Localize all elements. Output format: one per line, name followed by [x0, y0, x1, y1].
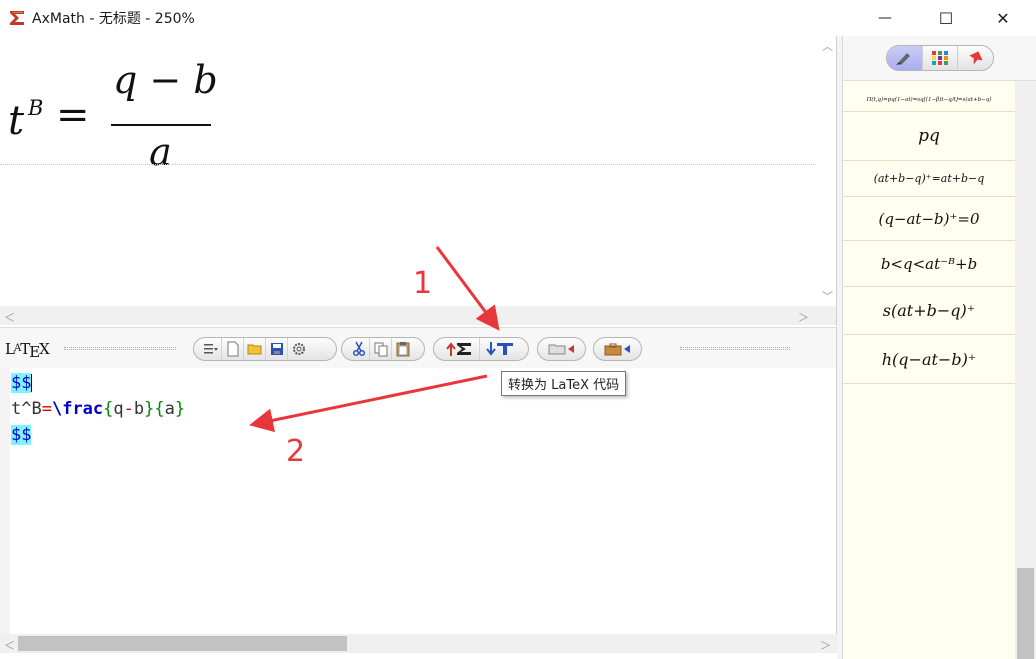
scrollbar-thumb[interactable]: [1017, 568, 1034, 659]
clipboard-tools-group: [341, 337, 425, 361]
bookmark-icon: [969, 51, 983, 65]
convert-to-latex-button[interactable]: [480, 338, 520, 360]
display-vertical-scrollbar[interactable]: ︿ ﹀: [817, 36, 836, 306]
scroll-right-icon[interactable]: ＞: [820, 637, 831, 653]
latex-source[interactable]: $$ t^B=\frac{q-b}{a} $$: [11, 370, 185, 448]
maximize-icon: ☐: [938, 8, 954, 28]
annotation-label-2: 2: [286, 434, 306, 469]
import-latex-button[interactable]: [440, 338, 480, 360]
formula-equals: =: [56, 92, 90, 138]
import-to-formula-icon: [445, 342, 471, 356]
sidebar-vertical-scrollbar[interactable]: [1015, 81, 1036, 659]
tab-brush[interactable]: [887, 46, 923, 70]
scroll-down-icon[interactable]: ﹀: [822, 288, 833, 304]
editor-gutter: [0, 368, 10, 634]
cut-button[interactable]: [348, 338, 370, 360]
save-button[interactable]: [266, 338, 288, 360]
maximize-button[interactable]: ☐: [923, 0, 969, 36]
sidebar-tabs: [886, 45, 994, 71]
close-button[interactable]: ✕: [980, 0, 1026, 36]
list-item[interactable]: (q−at−b)⁺=0: [843, 197, 1015, 241]
window-title: AxMath - 无标题 - 250%: [32, 11, 195, 27]
copy-icon: [374, 342, 387, 357]
save-icon: [270, 343, 283, 355]
formula-numerator: q − b: [113, 58, 218, 102]
code-line-2: t^B=\frac{q-b}{a}: [11, 399, 186, 419]
text-caret: [31, 374, 33, 392]
minimize-icon: —: [878, 10, 892, 26]
close-icon: ✕: [996, 8, 1010, 28]
sidebar-formula-list: Π(t,q)=pq(1−at)=sq[(1−β)t−q/t]=s(at+b−q)…: [843, 88, 1015, 384]
annotation-label-1: 1: [413, 266, 433, 301]
settings-gear-icon: [293, 343, 305, 355]
formula-sidebar: Π(t,q)=pq(1−at)=sq[(1−β)t−q/t]=s(at+b−q)…: [842, 36, 1036, 659]
cut-icon: [352, 341, 365, 357]
scroll-left-icon[interactable]: ＜: [4, 309, 15, 325]
minimize-button[interactable]: —: [862, 0, 908, 36]
list-item[interactable]: (at+b−q)⁺=at+b−q: [843, 161, 1015, 197]
list-item[interactable]: s(at+b−q)⁺: [843, 287, 1015, 335]
new-document-button[interactable]: [222, 338, 244, 360]
code-line-1: $$: [11, 373, 33, 393]
toolbox-menu-button[interactable]: [600, 338, 635, 360]
menu-button[interactable]: [200, 338, 222, 360]
latex-logo: LATEX: [5, 340, 50, 361]
copy-button[interactable]: [370, 338, 392, 360]
scroll-up-icon[interactable]: ︿: [822, 38, 833, 54]
title-bar: AxMath - 无标题 - 250% — ☐ ✕: [0, 0, 1036, 36]
toolbox-arrow-icon: [604, 343, 630, 356]
new-doc-icon: [227, 341, 238, 357]
brush-icon: [896, 53, 911, 65]
sidebar-header: [843, 36, 1036, 81]
open-folder-icon: [247, 344, 261, 355]
list-item[interactable]: pq: [843, 112, 1015, 161]
tab-bookmark[interactable]: [958, 46, 993, 70]
paste-icon: [396, 342, 410, 357]
conversion-tools-group: [433, 337, 529, 361]
toolbox-group: [593, 337, 642, 361]
open-button[interactable]: [244, 338, 266, 360]
insert-tools-group: [537, 337, 586, 361]
formula-denominator: a: [149, 130, 172, 174]
scroll-left-icon[interactable]: ＜: [4, 637, 15, 653]
list-item[interactable]: b<q<at⁻ᴮ+b: [843, 241, 1015, 287]
axmath-logo-icon: [9, 10, 25, 26]
tab-palette[interactable]: [923, 46, 959, 70]
display-separator: [0, 164, 816, 165]
code-line-3: $$: [11, 425, 32, 445]
toolbar-grip-right: [680, 347, 790, 350]
convert-to-latex-icon: [486, 342, 513, 356]
list-item[interactable]: h(q−at−b)⁺: [843, 335, 1015, 384]
display-horizontal-scrollbar[interactable]: ＜ ＞: [0, 306, 836, 325]
editor-horizontal-scrollbar[interactable]: ＜ ＞: [0, 634, 837, 653]
formula-superscript: B: [28, 96, 44, 120]
latex-code-editor[interactable]: $$ t^B=\frac{q-b}{a} $$: [0, 368, 837, 634]
settings-button[interactable]: [288, 338, 310, 360]
paste-button[interactable]: [392, 338, 414, 360]
grid-palette-icon: [932, 51, 948, 65]
folder-arrow-icon: [548, 344, 574, 355]
file-tools-group: [193, 337, 337, 361]
fraction-bar: [111, 124, 211, 126]
latex-toolbar: LATEX: [0, 327, 837, 368]
scrollbar-corner: [817, 306, 836, 325]
folder-menu-button[interactable]: [544, 338, 579, 360]
toolbar-grip-left: [64, 347, 176, 350]
list-item[interactable]: Π(t,q)=pq(1−at)=sq[(1−β)t−q/t]=s(at+b−q): [843, 88, 1015, 112]
formula-base: t: [8, 98, 25, 144]
scroll-right-icon[interactable]: ＞: [798, 309, 809, 325]
menu-icon: [203, 344, 218, 354]
scrollbar-thumb[interactable]: [18, 636, 347, 651]
convert-latex-tooltip: 转换为 LaTeX 代码: [501, 371, 627, 396]
